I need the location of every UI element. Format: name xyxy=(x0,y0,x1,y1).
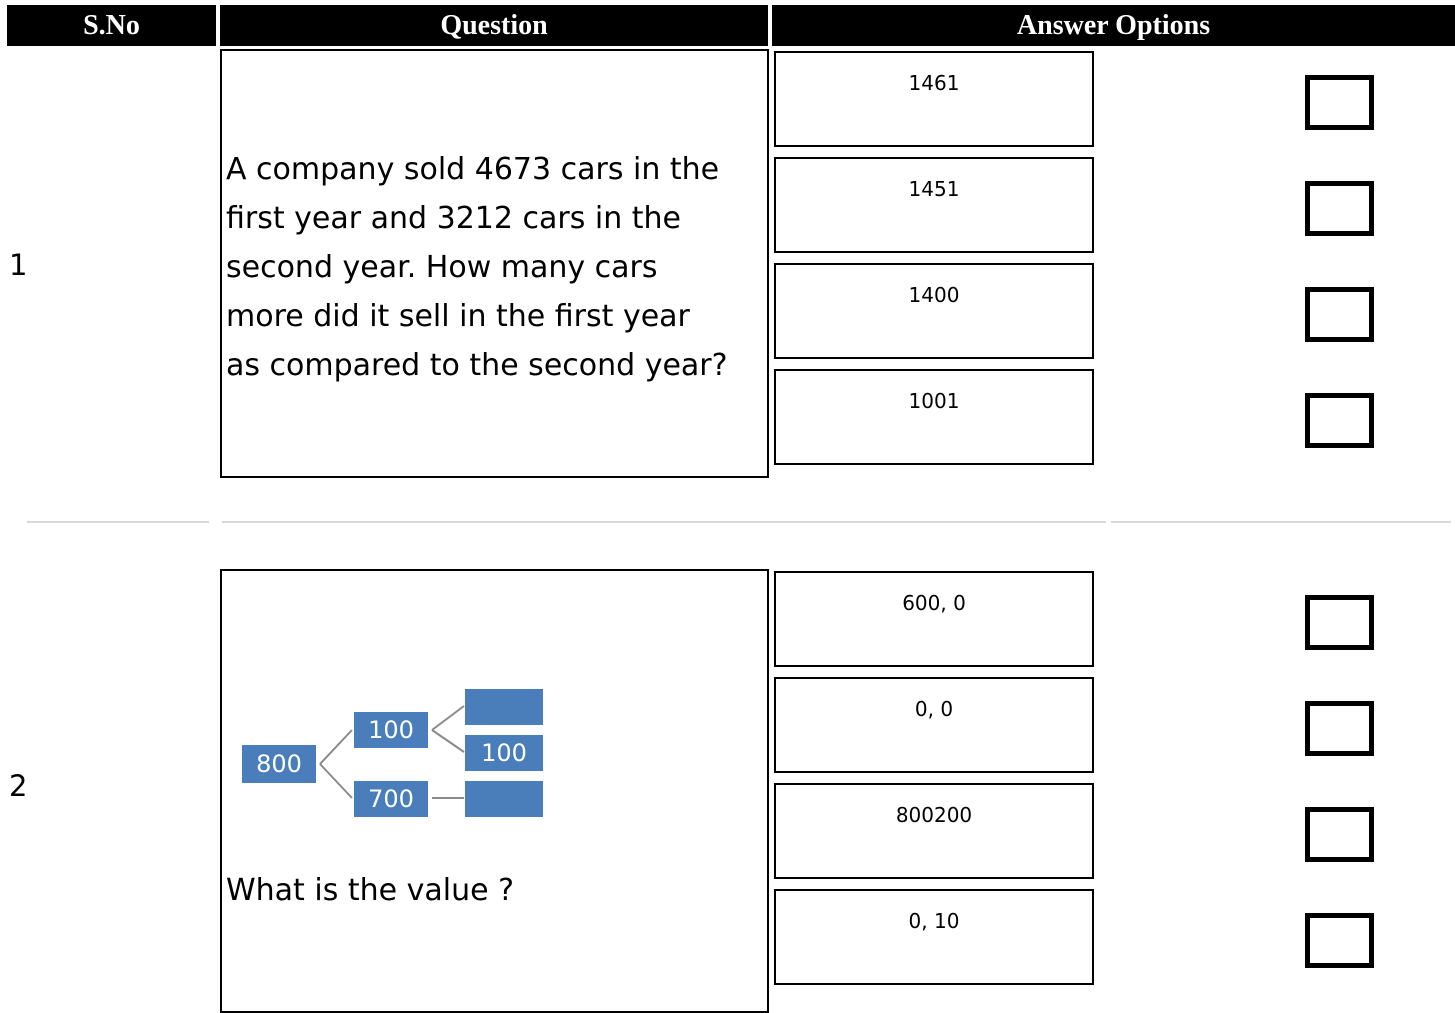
row-divider xyxy=(27,521,209,523)
question-2-option-4-checkbox[interactable] xyxy=(1305,913,1374,968)
question-1-line: A company sold 4673 cars in the xyxy=(226,152,720,187)
header-question: Question xyxy=(220,5,768,46)
option-label: 0, 0 xyxy=(914,697,954,721)
question-1-line: more did it sell in the first year xyxy=(226,299,690,334)
diagram-node-root: 800 xyxy=(242,745,316,783)
question-1-line: second year. How many cars xyxy=(226,250,658,285)
row-divider xyxy=(222,521,1106,523)
header-answer-options: Answer Options xyxy=(772,5,1455,46)
question-1-option-3[interactable]: 1400 xyxy=(774,263,1094,359)
question-2-text: What is the value ? xyxy=(226,873,515,908)
question-1-option-3-checkbox[interactable] xyxy=(1305,287,1374,342)
question-1-option-4[interactable]: 1001 xyxy=(774,369,1094,465)
question-2-option-2[interactable]: 0, 0 xyxy=(774,677,1094,773)
option-label: 1001 xyxy=(908,389,960,413)
option-label: 1400 xyxy=(908,283,960,307)
question-2-option-3-checkbox[interactable] xyxy=(1305,807,1374,862)
diagram-node-lower-right xyxy=(465,781,543,817)
diagram-node-lower: 700 xyxy=(354,781,428,817)
question-1-number: 1 xyxy=(9,248,28,282)
diagram-node-upper-right-1 xyxy=(465,689,543,725)
question-2-option-2-checkbox[interactable] xyxy=(1305,701,1374,756)
question-1-option-1[interactable]: 1461 xyxy=(774,51,1094,147)
option-label: 600, 0 xyxy=(902,591,966,615)
row-divider xyxy=(1111,521,1451,523)
question-2-number: 2 xyxy=(9,769,28,803)
question-2-option-3[interactable]: 800200 xyxy=(774,783,1094,879)
number-bond-diagram: 800 100 700 100 xyxy=(240,682,560,852)
header-sno: S.No xyxy=(7,5,216,46)
option-label: 0, 10 xyxy=(908,909,960,933)
question-1-text: A company sold 4673 cars in the first ye… xyxy=(226,145,728,390)
diagram-node-upper-right-2: 100 xyxy=(465,735,543,771)
question-1-option-2[interactable]: 1451 xyxy=(774,157,1094,253)
question-1-line: first year and 3212 cars in the xyxy=(226,201,681,236)
question-2-option-1[interactable]: 600, 0 xyxy=(774,571,1094,667)
option-label: 800200 xyxy=(895,803,973,827)
question-1-option-1-checkbox[interactable] xyxy=(1305,75,1374,130)
question-1-line: as compared to the second year? xyxy=(226,348,728,383)
question-2-option-1-checkbox[interactable] xyxy=(1305,595,1374,650)
diagram-node-upper: 100 xyxy=(354,712,428,748)
question-2-option-4[interactable]: 0, 10 xyxy=(774,889,1094,985)
question-1-option-2-checkbox[interactable] xyxy=(1305,181,1374,236)
question-1-option-4-checkbox[interactable] xyxy=(1305,393,1374,448)
option-label: 1461 xyxy=(908,71,960,95)
option-label: 1451 xyxy=(908,177,960,201)
question-1-box: A company sold 4673 cars in the first ye… xyxy=(220,49,769,478)
